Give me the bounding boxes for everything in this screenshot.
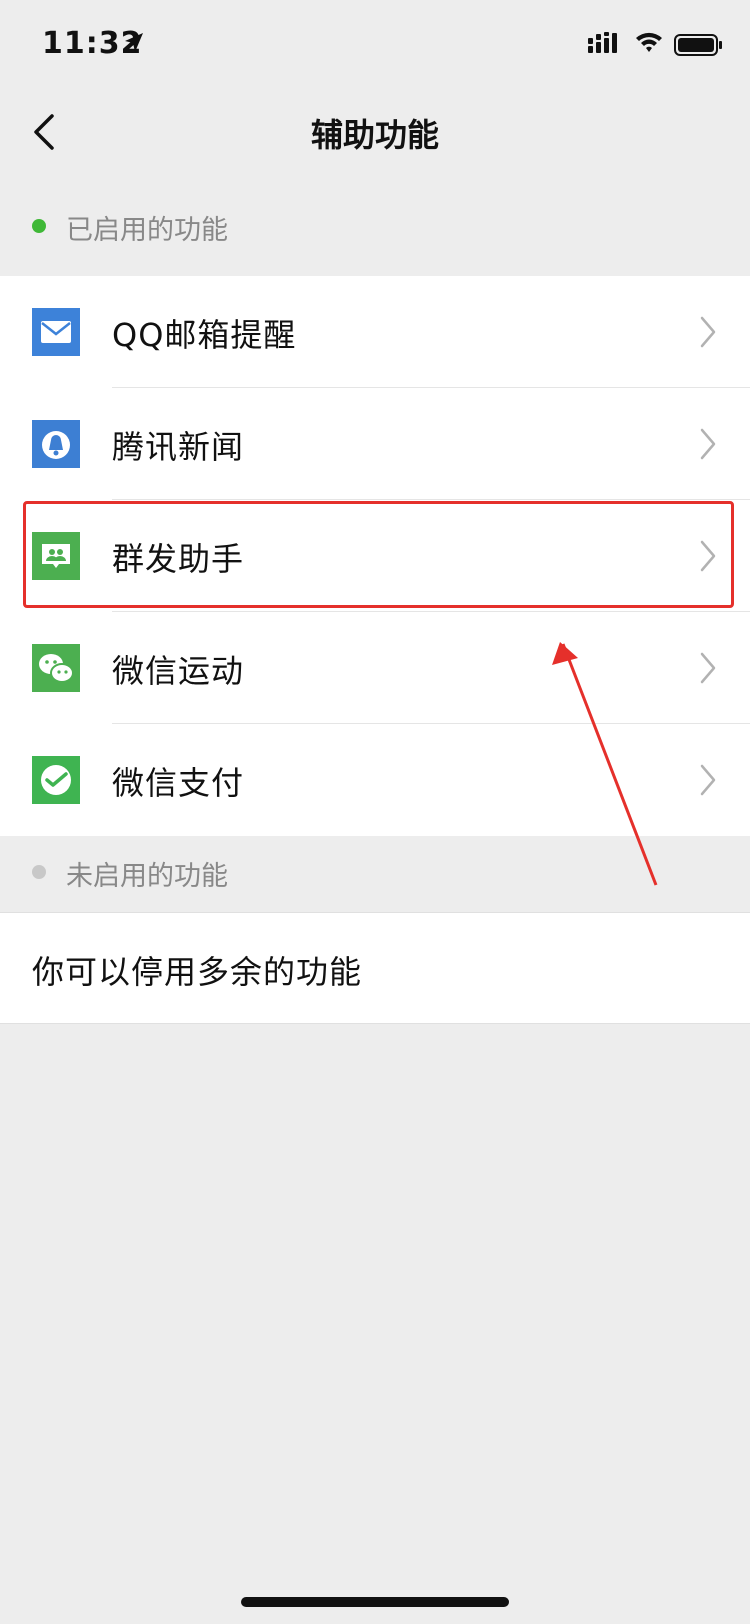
wifi-icon (636, 32, 662, 52)
status-bar: 11:32 (0, 0, 750, 90)
feature-row-wechat-pay[interactable]: 微信支付 (0, 724, 750, 836)
home-indicator (241, 1597, 509, 1607)
enabled-features-list: QQ邮箱提醒 腾讯新闻 群发助手 微信运动 微信支付 (0, 276, 750, 836)
cellular-signal-icon (588, 32, 617, 53)
chevron-right-icon (700, 540, 716, 572)
feature-row-wechat-sport[interactable]: 微信运动 (0, 612, 750, 724)
enabled-status-dot (32, 219, 46, 233)
feature-label: 微信运动 (112, 652, 245, 690)
feature-label: 微信支付 (112, 764, 245, 802)
feature-row-tencent-news[interactable]: 腾讯新闻 (0, 388, 750, 500)
chevron-right-icon (700, 316, 716, 348)
nav-bar: 辅助功能 (0, 88, 750, 176)
qq-mail-icon (32, 308, 80, 356)
wechat-sport-icon (32, 644, 80, 692)
location-arrow-icon (125, 33, 143, 52)
page-title: 辅助功能 (310, 116, 439, 154)
feature-row-qq-mail[interactable]: QQ邮箱提醒 (0, 276, 750, 388)
wechat-pay-icon (32, 756, 80, 804)
disable-tip-row: 你可以停用多余的功能 (0, 912, 750, 1024)
battery-icon (674, 34, 722, 56)
disabled-section-header: 未启用的功能 (0, 842, 750, 902)
feature-row-mass-message[interactable]: 群发助手 (0, 500, 750, 612)
chevron-right-icon (700, 652, 716, 684)
disable-tip-text: 你可以停用多余的功能 (32, 953, 363, 991)
chevron-right-icon (700, 764, 716, 796)
tencent-news-icon (32, 420, 80, 468)
mass-message-icon (32, 532, 80, 580)
enabled-section-label: 已启用的功能 (66, 215, 228, 246)
feature-label: QQ邮箱提醒 (112, 316, 297, 354)
feature-label: 腾讯新闻 (112, 428, 245, 466)
enabled-section-header: 已启用的功能 (0, 196, 750, 256)
disabled-section-label: 未启用的功能 (66, 861, 228, 892)
disabled-status-dot (32, 865, 46, 879)
chevron-right-icon (700, 428, 716, 460)
feature-label: 群发助手 (112, 540, 245, 578)
